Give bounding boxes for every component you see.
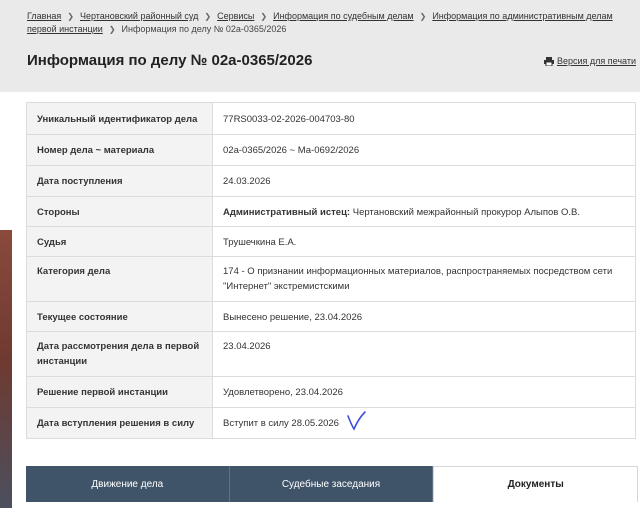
party-name: Чертановский межрайонный прокурор Алыпов…	[352, 207, 581, 218]
row-label: Стороны	[26, 196, 213, 227]
breadcrumb-home[interactable]: Главная	[27, 11, 61, 21]
table-row: Уникальный идентификатор дела 77RS0033-0…	[26, 102, 636, 135]
party-role: Административный истец:	[223, 207, 351, 218]
handwritten-check-mark	[347, 411, 366, 431]
tab-documents[interactable]: Документы	[433, 466, 639, 502]
row-value: 174 - О признании информационных материа…	[212, 256, 636, 302]
table-row: Стороны Административный истец: Чертанов…	[26, 196, 636, 227]
breadcrumb-current: Информация по делу № 02а-0365/2026	[121, 24, 287, 34]
row-label: Текущее состояние	[26, 301, 213, 332]
row-value: 24.03.2026	[212, 165, 636, 197]
table-row: Дата поступления 24.03.2026	[26, 165, 636, 197]
printer-icon	[543, 57, 554, 67]
page-title: Информация по делу № 02а-0365/2026	[27, 52, 313, 69]
row-label: Уникальный идентификатор дела	[26, 102, 213, 135]
table-row: Текущее состояние Вынесено решение, 23.0…	[26, 301, 636, 332]
chevron-right-icon: ❯	[204, 12, 212, 21]
row-label: Судья	[26, 226, 213, 257]
table-row: Дата вступления решения в силу Вступит в…	[26, 407, 636, 439]
row-value: Вынесено решение, 23.04.2026	[212, 301, 636, 332]
breadcrumb: Главная ❯ Чертановский районный суд ❯ Сервис…	[27, 10, 627, 36]
case-info-table: Уникальный идентификатор дела 77RS0033-0…	[26, 102, 636, 439]
row-value: 77RS0033-02-2026-004703-80	[212, 102, 636, 135]
row-value: 02а-0365/2026 ~ Ма-0692/2026	[212, 134, 636, 166]
row-label: Дата вступления решения в силу	[26, 407, 213, 439]
chevron-right-icon: ❯	[108, 25, 116, 34]
breadcrumb-court[interactable]: Чертановский районный суд	[80, 11, 198, 21]
table-row: Судья Трушечкина Е.А.	[26, 226, 636, 257]
tab-court-hearings[interactable]: Судебные заседания	[229, 466, 434, 502]
row-value: Трушечкина Е.А.	[212, 226, 636, 257]
table-row: Дата рассмотрения дела в первой инстанци…	[26, 331, 636, 377]
page-header: Главная ❯ Чертановский районный суд ❯ Сервис…	[0, 0, 640, 92]
row-label: Дата рассмотрения дела в первой инстанци…	[26, 331, 213, 377]
table-row: Номер дела ~ материала 02а-0365/2026 ~ М…	[26, 134, 636, 166]
breadcrumb-services[interactable]: Сервисы	[217, 11, 254, 21]
breadcrumb-case-info[interactable]: Информация по судебным делам	[273, 11, 414, 21]
table-row: Решение первой инстанции Удовлетворено, …	[26, 376, 636, 408]
chevron-right-icon: ❯	[67, 12, 74, 21]
chevron-right-icon: ❯	[260, 12, 268, 21]
case-tabs: Движение дела Судебные заседания Докумен…	[26, 466, 639, 502]
print-version-label: Версия для печати	[556, 56, 636, 66]
print-version-link[interactable]: Версия для печати	[543, 56, 636, 67]
table-row: Категория дела 174 - О признании информа…	[26, 256, 636, 302]
row-label: Решение первой инстанции	[26, 376, 213, 408]
row-label: Категория дела	[26, 256, 213, 302]
row-label: Номер дела ~ материала	[26, 134, 213, 166]
chevron-right-icon: ❯	[419, 12, 427, 21]
row-value: Административный истец: Чертановский меж…	[212, 196, 636, 227]
row-label: Дата поступления	[26, 165, 213, 197]
row-value: Удовлетворено, 23.04.2026	[212, 376, 636, 408]
row-value: 23.04.2026	[212, 331, 636, 377]
tab-case-movement[interactable]: Движение дела	[26, 466, 230, 502]
row-value: Вступит в силу 28.05.2026	[212, 407, 636, 439]
